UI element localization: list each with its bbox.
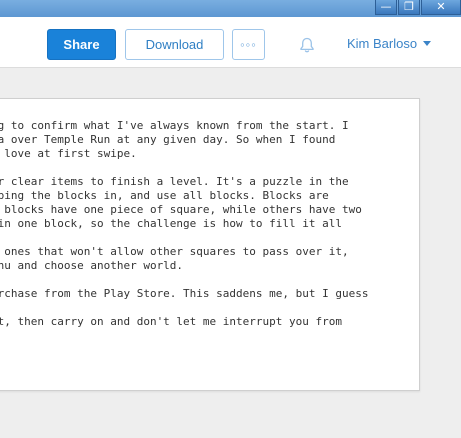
document-line: ng to confirm what I've always known fro…: [0, 119, 349, 132]
user-menu[interactable]: Kim Barloso: [347, 36, 432, 51]
close-button[interactable]: ✕: [421, 0, 461, 15]
window-titlebar: — ❐ ✕: [0, 0, 461, 17]
document-line: e ones that won't allow other squares to…: [0, 245, 349, 258]
document-line: ga over Temple Run at any given day. So …: [0, 133, 336, 146]
more-options-button[interactable]: ◦◦◦: [232, 29, 265, 60]
document-line: iping the blocks in, and use all blocks.…: [0, 189, 329, 202]
download-button[interactable]: Download: [125, 29, 224, 60]
document-line: pt, then carry on and don't let me inter…: [0, 315, 342, 328]
document-line: in one block, so the challenge is how to…: [0, 217, 342, 230]
share-button[interactable]: Share: [47, 29, 116, 60]
document-line: urchase from the Play Store. This sadden…: [0, 287, 369, 300]
minimize-button[interactable]: —: [375, 0, 397, 15]
document-line: or clear items to finish a level. It's a…: [0, 175, 349, 188]
document-line: s love at first swipe.: [0, 147, 137, 160]
user-name: Kim Barloso: [347, 36, 418, 51]
maximize-button[interactable]: ❐: [398, 0, 420, 15]
toolbar: Share Download ◦◦◦ Kim Barloso: [0, 17, 461, 68]
chevron-down-icon: [423, 41, 432, 46]
window-controls: — ❐ ✕: [374, 0, 461, 16]
document-line: e blocks have one piece of square, while…: [0, 203, 362, 216]
document-text: ng to confirm what I've always known fro…: [0, 119, 369, 329]
document-page: ng to confirm what I've always known fro…: [0, 98, 420, 391]
app-window: — ❐ ✕ Share Download ◦◦◦ Kim Barloso ng …: [0, 0, 461, 438]
bell-icon[interactable]: [298, 36, 316, 54]
document-line: enu and choose another world.: [0, 259, 184, 272]
